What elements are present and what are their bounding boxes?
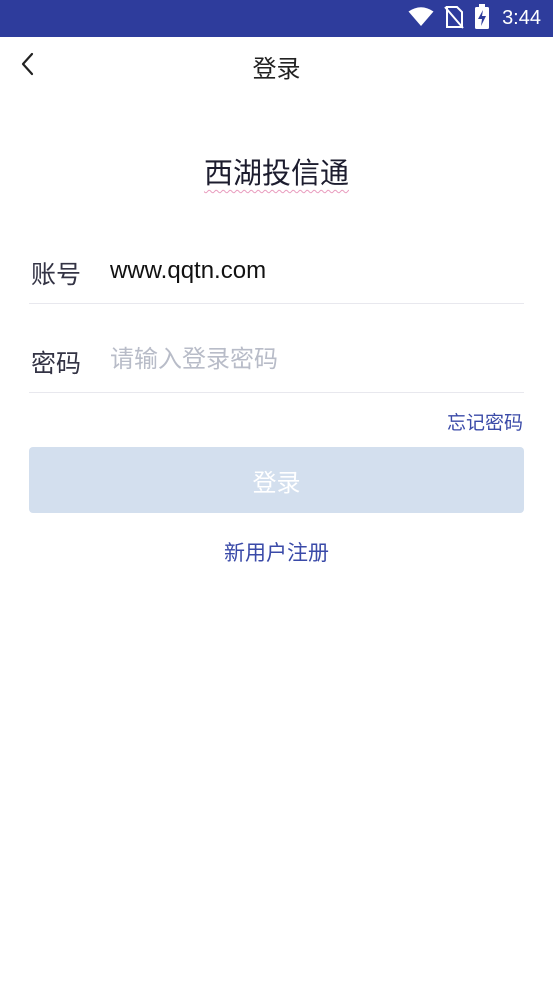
no-sim-icon <box>444 5 464 33</box>
password-row: 密码 <box>29 332 524 393</box>
account-label: 账号 <box>31 260 82 289</box>
status-bar: 3:44 <box>0 0 553 37</box>
page-title: 登录 <box>252 55 301 83</box>
battery-charging-icon <box>474 3 490 34</box>
status-icons: 3:44 <box>408 0 541 37</box>
account-row: 账号 <box>29 243 524 304</box>
login-button[interactable]: 登录 <box>29 447 524 513</box>
account-input[interactable] <box>110 251 510 291</box>
app-name-heading: 西湖投信通 <box>0 150 553 192</box>
app-name: 西湖投信通 <box>203 156 349 190</box>
forgot-password-link[interactable]: 忘记密码 <box>447 408 523 435</box>
nav-bar: 登录 <box>0 37 553 95</box>
password-label: 密码 <box>31 349 82 378</box>
password-input[interactable] <box>110 340 510 380</box>
wifi-icon <box>408 6 434 31</box>
register-link[interactable]: 新用户注册 <box>0 537 553 567</box>
status-time: 3:44 <box>502 7 541 29</box>
